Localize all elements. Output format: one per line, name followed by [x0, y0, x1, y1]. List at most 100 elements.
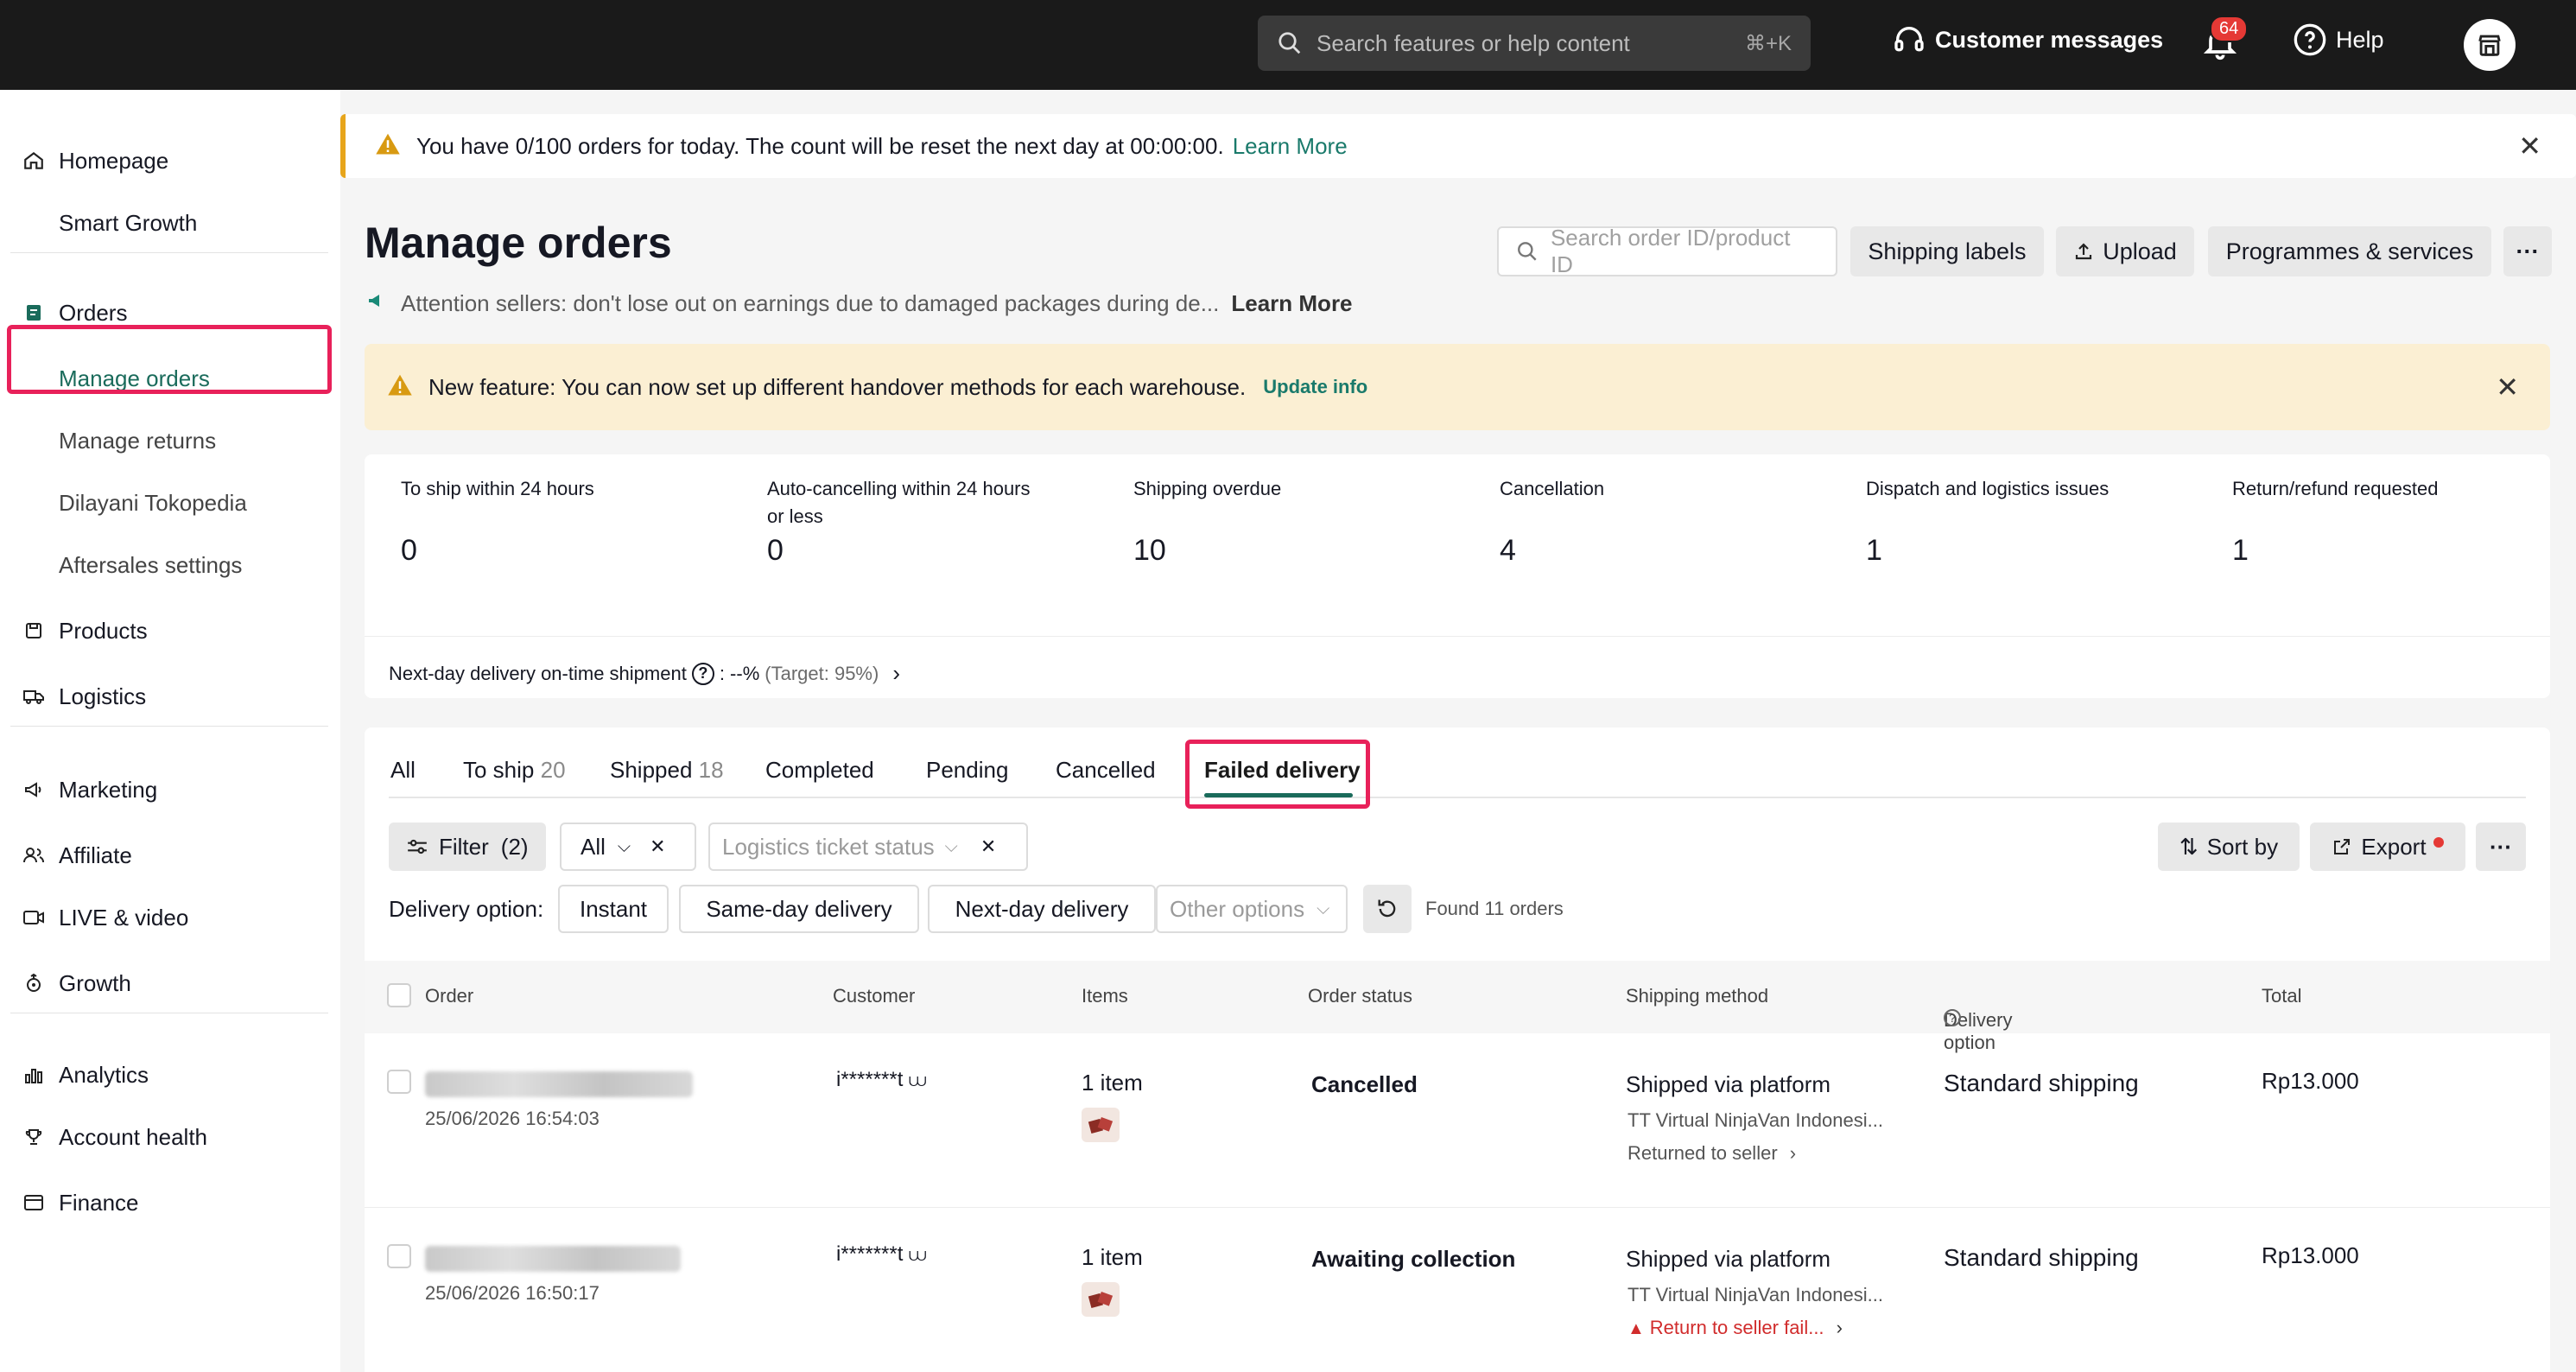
- stat-label[interactable]: To ship within 24 hours: [401, 475, 686, 503]
- search-shortcut: ⌘+K: [1744, 31, 1792, 55]
- tab-label: To ship: [463, 757, 535, 783]
- sidebar-label-dilayani-tokopedia: Dilayani Tokopedia: [59, 489, 247, 516]
- sidebar-label-affiliate: Affiliate: [59, 842, 132, 868]
- order-total: Rp13.000: [2262, 1242, 2359, 1268]
- select-all-checkbox[interactable]: [387, 983, 411, 1007]
- sidebar-label-live-video: LIVE & video: [59, 904, 189, 931]
- search-icon: [1518, 242, 1537, 261]
- filter-button[interactable]: Filter (2): [389, 823, 546, 871]
- orders-more-button[interactable]: ···: [2476, 823, 2526, 871]
- tab-all[interactable]: All: [390, 757, 416, 784]
- notification-badge: 64: [2210, 16, 2249, 42]
- sidebar-item-smart-growth[interactable]: Smart Growth: [0, 204, 340, 242]
- tab-label: All: [390, 757, 416, 783]
- instant-option-button[interactable]: Instant: [558, 885, 669, 933]
- logistics-ticket-select[interactable]: Logistics ticket status ⌵ ✕: [708, 823, 1028, 871]
- tab-count: 20: [540, 757, 566, 783]
- clear-icon[interactable]: ✕: [650, 835, 665, 858]
- stat-label[interactable]: Cancellation: [1500, 475, 1785, 503]
- warning-icon: [375, 131, 401, 162]
- tab-cancelled[interactable]: Cancelled: [1056, 757, 1156, 784]
- question-icon[interactable]: ?: [691, 662, 714, 685]
- help-icon[interactable]: ?: [1944, 1009, 1961, 1026]
- sidebar-divider: [10, 252, 328, 253]
- chevron-right-icon: ›: [1789, 1142, 1797, 1164]
- sidebar-item-homepage[interactable]: Homepage: [0, 142, 340, 180]
- tab-label: Pending: [926, 757, 1009, 783]
- shipping-labels-label: Shipping labels: [1868, 238, 2027, 264]
- row-checkbox[interactable]: [387, 1244, 411, 1268]
- status-all-select[interactable]: All ⌵ ✕: [560, 823, 696, 871]
- sidebar-item-finance[interactable]: Finance: [0, 1184, 340, 1222]
- clear-icon[interactable]: ✕: [980, 835, 996, 858]
- table-row[interactable]: 25/06/2026 16:54:03 i*******t ⩊ 1 item C…: [365, 1033, 2550, 1208]
- chevron-right-icon[interactable]: ›: [892, 660, 900, 687]
- table-row[interactable]: 25/06/2026 16:50:17 i*******t ⩊ 1 item A…: [365, 1208, 2550, 1372]
- order-search-input[interactable]: Search order ID/product ID: [1497, 225, 1837, 277]
- tab-completed[interactable]: Completed: [765, 757, 874, 784]
- filter-label: Filter: [439, 833, 489, 860]
- sidebar-item-account-health[interactable]: Account health: [0, 1118, 340, 1156]
- customer-name[interactable]: i*******t ⩊: [836, 1242, 926, 1267]
- shipment-note-link[interactable]: Returned to seller ›: [1627, 1142, 1796, 1165]
- same-day-label: Same-day delivery: [706, 895, 892, 922]
- product-thumbnail[interactable]: [1082, 1282, 1120, 1317]
- sort-by-button[interactable]: ⇅ Sort by: [2158, 823, 2300, 871]
- sidebar-item-analytics[interactable]: Analytics: [0, 1056, 340, 1094]
- shipment-warning-link[interactable]: ▲ Return to seller fail... ›: [1627, 1317, 1843, 1339]
- shop-avatar[interactable]: [2464, 19, 2516, 71]
- sidebar-label-products: Products: [59, 617, 148, 644]
- header-more-button[interactable]: ···: [2503, 226, 2552, 276]
- sidebar-item-live-video[interactable]: LIVE & video: [0, 899, 340, 937]
- export-button[interactable]: Export: [2310, 823, 2465, 871]
- close-icon[interactable]: ✕: [2496, 371, 2519, 403]
- stat-label[interactable]: Shipping overdue: [1133, 475, 1418, 503]
- sidebar-item-marketing[interactable]: Marketing: [0, 771, 340, 809]
- sidebar-item-aftersales-settings[interactable]: Aftersales settings: [0, 546, 340, 584]
- product-thumbnail[interactable]: [1082, 1108, 1120, 1142]
- export-label: Export: [2361, 833, 2427, 860]
- sidebar-item-manage-returns[interactable]: Manage returns: [0, 422, 340, 460]
- order-id-redacted: [425, 1071, 693, 1097]
- stat-label[interactable]: Return/refund requested: [2232, 475, 2517, 503]
- customer-name[interactable]: i*******t ⩊: [836, 1068, 926, 1092]
- tab-to-ship[interactable]: To ship 20: [463, 757, 566, 784]
- shipment-note-text: Return to seller fail...: [1649, 1317, 1824, 1338]
- items-count[interactable]: 1 item: [1082, 1244, 1143, 1271]
- reset-filters-button[interactable]: [1363, 885, 1412, 933]
- chevron-down-icon: ⌵: [944, 836, 958, 856]
- programmes-services-button[interactable]: Programmes & services: [2208, 226, 2491, 276]
- column-header-customer: Customer: [833, 985, 916, 1007]
- sidebar-item-products[interactable]: Products: [0, 612, 340, 650]
- shipping-labels-button[interactable]: Shipping labels: [1850, 226, 2044, 276]
- chat-icon[interactable]: ⩊: [909, 1246, 926, 1265]
- order-id-redacted: [425, 1246, 681, 1272]
- items-count[interactable]: 1 item: [1082, 1070, 1143, 1096]
- order-total: Rp13.000: [2262, 1068, 2359, 1094]
- stat-label[interactable]: Auto-cancelling within 24 hours or less: [767, 475, 1052, 530]
- sidebar-item-affiliate[interactable]: Affiliate: [0, 836, 340, 874]
- feature-search-input[interactable]: Search features or help content ⌘+K: [1258, 16, 1811, 71]
- sidebar-item-logistics[interactable]: Logistics: [0, 677, 340, 715]
- update-info-link[interactable]: Update info: [1263, 376, 1367, 398]
- same-day-option-button[interactable]: Same-day delivery: [679, 885, 919, 933]
- order-limit-learn-more-link[interactable]: Learn More: [1233, 133, 1348, 160]
- sidebar-item-growth[interactable]: Growth: [0, 964, 340, 1002]
- close-icon[interactable]: ✕: [2518, 130, 2541, 162]
- column-header-shipping-method: Shipping method: [1626, 985, 1769, 1007]
- feature-banner-text: New feature: You can now set up differen…: [428, 373, 1247, 400]
- sidebar-item-dilayani-tokopedia[interactable]: Dilayani Tokopedia: [0, 484, 340, 522]
- users-icon: [21, 842, 47, 868]
- next-day-option-button[interactable]: Next-day delivery: [928, 885, 1156, 933]
- chat-icon[interactable]: ⩊: [909, 1071, 926, 1090]
- stat-label[interactable]: Dispatch and logistics issues: [1866, 475, 2151, 503]
- help-button[interactable]: Help: [2293, 22, 2384, 57]
- upload-button[interactable]: Upload: [2056, 226, 2194, 276]
- ontime-shipment-row[interactable]: Next-day delivery on-time shipment ? : -…: [389, 660, 900, 687]
- other-options-select[interactable]: Other options ⌵: [1156, 885, 1348, 933]
- tab-shipped[interactable]: Shipped 18: [610, 757, 724, 784]
- attention-learn-more-link[interactable]: Learn More: [1231, 290, 1352, 317]
- customer-messages-button[interactable]: Customer messages: [1892, 22, 2163, 57]
- row-checkbox[interactable]: [387, 1070, 411, 1094]
- tab-pending[interactable]: Pending: [926, 757, 1008, 784]
